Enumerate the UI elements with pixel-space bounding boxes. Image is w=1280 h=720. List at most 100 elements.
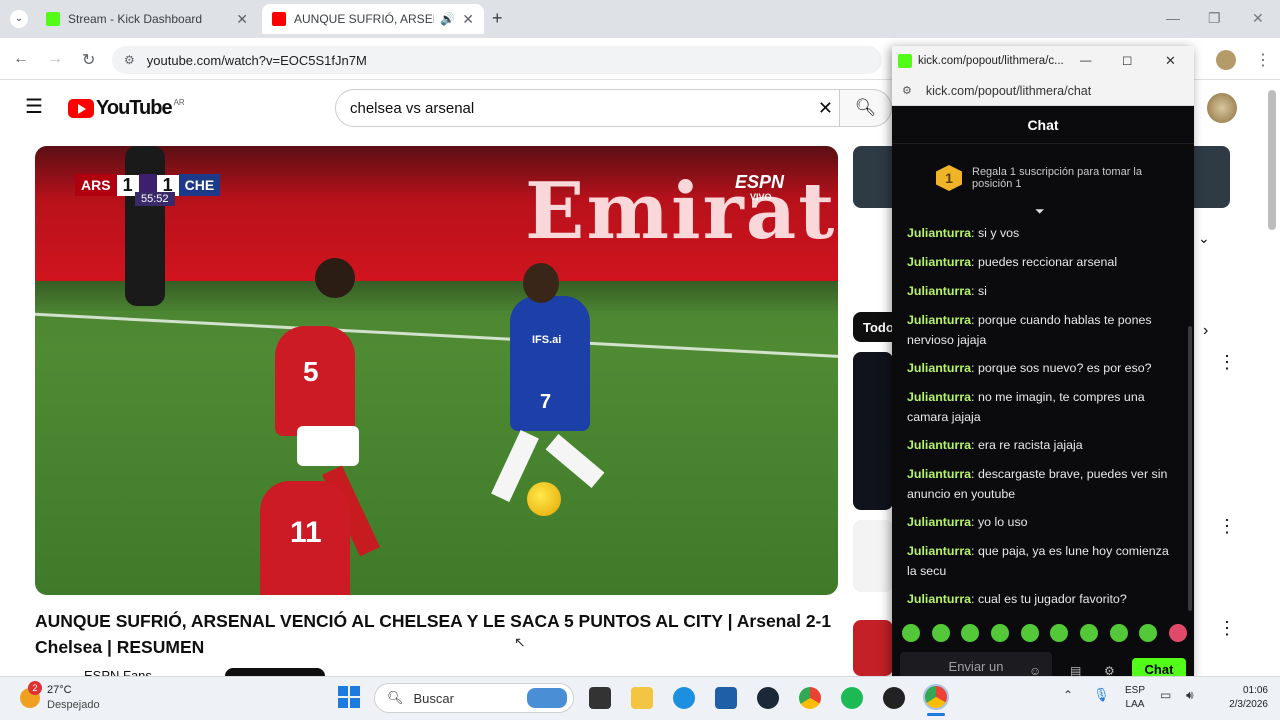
chelsea-sock	[545, 434, 605, 488]
youtube-avatar[interactable]	[1207, 93, 1237, 123]
maximize-icon[interactable]: ❐	[1208, 10, 1221, 27]
match-clock: 55:52	[135, 192, 175, 206]
video-player[interactable]: Emirat 5 11 IFS.ai 7 ARS 1 1 CHE 55:52 E…	[35, 146, 838, 595]
subscribe-button[interactable]	[225, 668, 325, 676]
emote-icon[interactable]	[990, 624, 1009, 642]
chat-separator: :	[971, 467, 978, 481]
more-options-icon[interactable]: ⋮	[1218, 516, 1236, 537]
suggested-thumbnail[interactable]	[853, 352, 893, 510]
chrome-icon[interactable]	[799, 687, 821, 709]
more-options-icon[interactable]: ⋮	[1218, 352, 1236, 373]
site-info-icon[interactable]: ⚙	[124, 53, 135, 67]
emote-icon[interactable]	[1050, 624, 1069, 642]
menu-dots-icon[interactable]: ⋮	[1255, 50, 1271, 70]
volume-icon[interactable]: 🔊︎	[1186, 688, 1194, 703]
pin-toggle-icon[interactable]: ⏷	[1035, 204, 1045, 219]
search-button[interactable]: 🔍︎	[840, 89, 892, 127]
emote-icon[interactable]	[931, 624, 950, 642]
edge-icon[interactable]	[673, 687, 695, 709]
emote-icon[interactable]	[1139, 624, 1158, 642]
chat-message: Julianturra: porque sos nuevo? es por es…	[907, 359, 1172, 379]
maximize-icon[interactable]: ☐	[1122, 54, 1132, 68]
minimize-icon[interactable]: —	[1080, 55, 1092, 67]
live-badge: VIVO	[750, 192, 772, 202]
emote-icon[interactable]	[1109, 624, 1128, 642]
filter-chip-all[interactable]: Todo	[853, 312, 894, 342]
tab-search-button[interactable]: ⌄	[10, 10, 28, 28]
search-query: chelsea vs arsenal	[350, 99, 475, 117]
page-scrollbar[interactable]	[1268, 90, 1276, 230]
youtube-logo[interactable]: YouTube AR	[68, 97, 185, 120]
channel-name[interactable]: ESPN Fans	[84, 668, 152, 676]
chat-username[interactable]: Julianturra	[907, 592, 971, 606]
weather-condition-text[interactable]: Despejado	[47, 699, 100, 711]
close-window-icon[interactable]: ✕	[1252, 10, 1264, 27]
gift-sub-banner[interactable]: 1 Regala 1 suscripción para tomar la pos…	[892, 144, 1194, 212]
close-tab-icon[interactable]: ✕	[236, 11, 248, 28]
chrome-active-icon[interactable]	[923, 684, 949, 710]
chat-username[interactable]: Julianturra	[907, 284, 971, 298]
chat-username[interactable]: Julianturra	[907, 313, 971, 327]
hamburger-menu-icon[interactable]: ☰	[25, 97, 43, 117]
minimize-icon[interactable]: —	[1166, 10, 1180, 26]
chevron-right-icon[interactable]: ›	[1203, 322, 1208, 340]
emote-icon[interactable]	[961, 624, 980, 642]
steam-icon[interactable]	[757, 687, 779, 709]
microphone-icon[interactable]: 🎙︎	[1093, 687, 1110, 703]
tray-overflow-icon[interactable]: ⌃	[1063, 688, 1073, 702]
chat-username[interactable]: Julianturra	[907, 361, 971, 375]
language-indicator[interactable]: ESP LAA	[1122, 684, 1148, 712]
suggested-thumbnail[interactable]	[853, 620, 893, 676]
close-tab-icon[interactable]: ✕	[462, 11, 474, 28]
youtube-search-input[interactable]: chelsea vs arsenal ✕	[335, 89, 840, 127]
chevron-down-icon[interactable]: ⌄	[1198, 230, 1210, 247]
close-window-icon[interactable]: ✕	[1165, 53, 1176, 69]
emote-icon[interactable]	[902, 624, 920, 642]
chat-message: Julianturra: no me imagin, te compres un…	[907, 388, 1172, 427]
tab-kick-dashboard[interactable]: Stream - Kick Dashboard ✕	[36, 4, 258, 34]
speaker-icon[interactable]: 🔊	[440, 12, 455, 26]
forward-arrow-icon[interactable]: →	[47, 50, 63, 68]
chat-username[interactable]: Julianturra	[907, 390, 971, 404]
back-arrow-icon[interactable]: ←	[13, 50, 29, 68]
address-bar[interactable]: ⚙ youtube.com/watch?v=EOC5S1fJn7M	[112, 46, 882, 74]
chat-separator: :	[971, 284, 978, 298]
suggested-thumbnail[interactable]	[853, 520, 893, 592]
jersey-number: 5	[303, 356, 319, 387]
tab-youtube-video[interactable]: AUNQUE SUFRIÓ, ARSENAL 🔊 ✕	[262, 4, 484, 34]
emote-icon[interactable]	[1079, 624, 1098, 642]
emote-icon[interactable]	[1168, 624, 1187, 642]
network-icon[interactable]: ▭	[1160, 688, 1171, 702]
chat-username[interactable]: Julianturra	[907, 255, 971, 269]
chat-username[interactable]: Julianturra	[907, 438, 971, 452]
language-code: ESP	[1124, 685, 1145, 696]
chat-username[interactable]: Julianturra	[907, 226, 971, 240]
reload-icon[interactable]: ↻	[82, 50, 95, 70]
youtube-favicon-icon	[272, 12, 286, 26]
obs-icon[interactable]	[883, 687, 905, 709]
spotify-icon[interactable]	[841, 687, 863, 709]
store-icon[interactable]	[715, 687, 737, 709]
temperature-text[interactable]: 27°C	[47, 684, 72, 696]
chat-username[interactable]: Julianturra	[907, 515, 971, 529]
chat-separator: :	[971, 361, 978, 375]
profile-avatar[interactable]	[1216, 50, 1236, 70]
taskbar-search[interactable]: 🔍︎ Buscar	[374, 683, 574, 713]
site-info-icon[interactable]: ⚙	[902, 84, 912, 97]
start-button[interactable]	[338, 686, 360, 708]
task-view-icon[interactable]	[589, 687, 611, 709]
file-explorer-icon[interactable]	[631, 687, 653, 709]
chat-username[interactable]: Julianturra	[907, 544, 971, 558]
new-tab-button[interactable]: +	[492, 8, 503, 29]
player-head	[523, 263, 559, 303]
windows-logo-icon	[350, 686, 360, 696]
clock[interactable]: 01:06 2/3/2026	[1214, 684, 1276, 712]
chat-scrollbar[interactable]	[1188, 326, 1192, 611]
emote-icon[interactable]	[1020, 624, 1039, 642]
search-icon: 🔍︎	[387, 690, 404, 705]
tab-title: Stream - Kick Dashboard	[68, 12, 203, 26]
kick-favicon-icon	[898, 54, 912, 68]
chat-username[interactable]: Julianturra	[907, 467, 971, 481]
more-options-icon[interactable]: ⋮	[1218, 618, 1236, 639]
clear-search-icon[interactable]: ✕	[818, 98, 833, 119]
